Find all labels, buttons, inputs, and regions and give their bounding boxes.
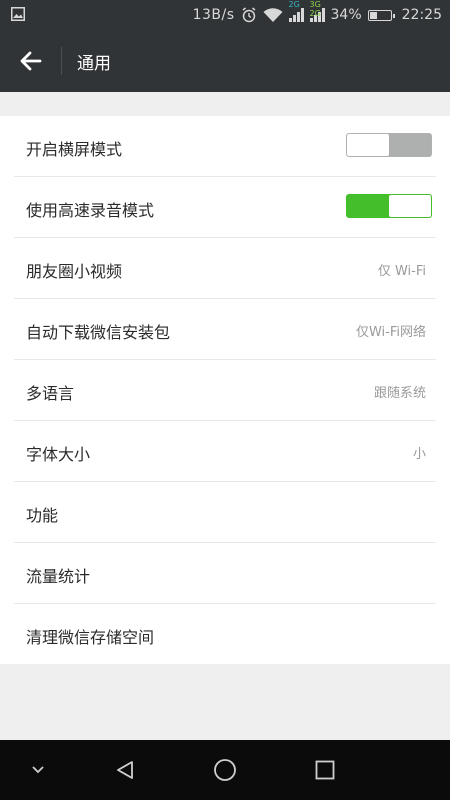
setting-label: 朋友圈小视频 [26, 262, 123, 281]
setting-label: 清理微信存储空间 [26, 628, 155, 647]
system-nav-bar [0, 740, 450, 800]
arrow-left-icon[interactable] [18, 48, 44, 74]
setting-auto-download[interactable]: 自动下载微信安装包 仅Wi-Fi网络 [14, 299, 436, 360]
net-tag-1: 2G [288, 0, 300, 9]
setting-data-usage[interactable]: 流量统计 [14, 543, 436, 604]
setting-label: 流量统计 [26, 567, 91, 586]
setting-label: 多语言 [26, 384, 75, 403]
clock: 22:25 [401, 7, 442, 23]
setting-value: 小 [412, 447, 426, 462]
battery-icon [367, 9, 395, 21]
setting-label: 开启横屏模式 [26, 140, 123, 159]
setting-clear-storage[interactable]: 清理微信存储空间 [14, 604, 436, 664]
setting-label: 功能 [26, 506, 59, 525]
setting-label: 使用高速录音模式 [26, 201, 155, 220]
fast-recording-toggle[interactable] [346, 194, 432, 218]
alarm-icon [242, 7, 255, 23]
image-icon [11, 7, 25, 21]
network-speed: 13B/s [192, 7, 235, 23]
setting-value: 跟随系统 [373, 386, 426, 401]
home-circle-icon[interactable] [205, 740, 245, 800]
net-tag-2: 3G 2G [309, 0, 321, 18]
chevron-down-icon[interactable] [20, 740, 56, 800]
setting-label: 自动下载微信安装包 [26, 323, 171, 342]
battery-percent: 34% [330, 7, 362, 23]
setting-features[interactable]: 功能 [14, 482, 436, 543]
setting-value: 仅 Wi-Fi [377, 264, 426, 279]
setting-fast-recording[interactable]: 使用高速录音模式 [14, 177, 436, 238]
recents-square-icon[interactable] [305, 740, 345, 800]
setting-value: 仅Wi-Fi网络 [355, 325, 426, 340]
wifi-icon [263, 8, 283, 22]
landscape-mode-toggle[interactable] [346, 133, 432, 157]
setting-moments-video[interactable]: 朋友圈小视频 仅 Wi-Fi [14, 238, 436, 299]
setting-landscape-mode[interactable]: 开启横屏模式 [14, 116, 436, 177]
page-title: 通用 [77, 54, 111, 74]
setting-language[interactable]: 多语言 跟随系统 [14, 360, 436, 421]
signal-icon-2: 3G 2G [309, 0, 325, 22]
setting-label: 字体大小 [26, 445, 91, 464]
status-bar: 13B/s 2G 3G 2G 34% 22:25 [0, 0, 450, 30]
setting-font-size[interactable]: 字体大小 小 [14, 421, 436, 482]
signal-icon-1: 2G [288, 0, 304, 22]
app-bar-divider [61, 47, 62, 75]
settings-list: 开启横屏模式 使用高速录音模式 朋友圈小视频 仅 Wi-Fi 自动下载微信安装包… [0, 116, 450, 664]
back-triangle-icon[interactable] [105, 740, 145, 800]
app-bar: 通用 [0, 30, 450, 92]
